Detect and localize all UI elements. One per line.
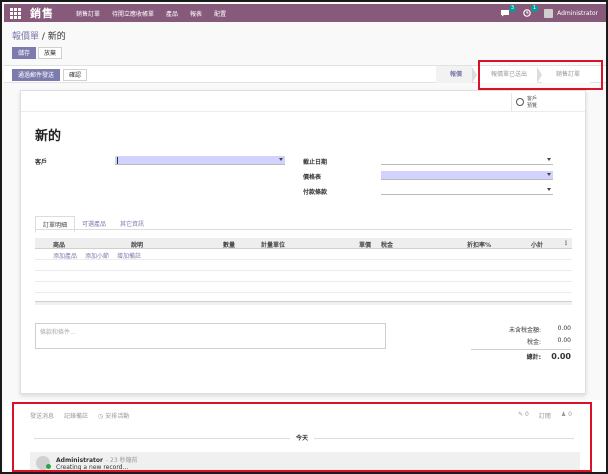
table-row [35, 260, 572, 271]
column-taxes[interactable]: 稅金 [381, 240, 393, 249]
menu-to-invoice[interactable]: 待開立應收帳單 [112, 9, 154, 18]
menu-products[interactable]: 產品 [166, 9, 178, 18]
table-row [35, 282, 572, 293]
tax-label: 稅金: [526, 339, 541, 346]
activities-icon[interactable]: 1 [522, 5, 539, 17]
column-quantity[interactable]: 數量 [223, 240, 235, 249]
stage-quotation[interactable]: 報價 [435, 66, 472, 83]
text-cursor [117, 157, 118, 164]
chevron-down-icon[interactable] [547, 188, 551, 191]
tab-order-lines[interactable]: 訂單明細 [35, 216, 76, 233]
total-label: 總計: [526, 354, 541, 361]
pricelist-label: 價格表 [303, 174, 322, 181]
messages-icon[interactable]: 3 [500, 5, 517, 17]
order-lines-table: 商品 說明 數量 計量單位 單價 稅金 折扣率% 小計 ⋮ 添加產品 添加小節 … [35, 238, 572, 305]
table-row [35, 271, 572, 282]
smart-button-line1: 客戶 [527, 96, 538, 102]
smart-button-line2: 預覽 [527, 103, 538, 109]
customer-label: 客戶 [35, 159, 48, 166]
chevron-down-icon[interactable] [547, 158, 551, 161]
payment-terms-field[interactable] [381, 186, 553, 195]
column-description[interactable]: 說明 [131, 240, 143, 249]
customer-preview-button[interactable]: 客戶 預覽 [511, 93, 555, 111]
column-product[interactable]: 商品 [53, 240, 65, 249]
table-footer [35, 301, 572, 305]
user-menu[interactable]: Administrator [544, 8, 598, 18]
apps-menu-icon[interactable] [8, 6, 22, 20]
tax-row: 稅金: 0.00 [471, 337, 571, 349]
column-discount[interactable]: 折扣率% [467, 240, 491, 249]
tab-other-info[interactable]: 其它資訊 [113, 216, 151, 233]
expiration-label: 截止日期 [303, 159, 328, 166]
app-name[interactable]: 銷售 [30, 5, 54, 21]
menu-sales-orders[interactable]: 銷售訂單 [76, 9, 100, 18]
untaxed-row: 未含稅金額: 0.00 [471, 325, 571, 337]
untaxed-value: 0.00 [557, 325, 571, 332]
breadcrumb-current: 新的 [47, 32, 66, 42]
payment-terms-label: 付款條款 [303, 189, 328, 196]
chevron-down-icon[interactable] [547, 173, 551, 176]
discard-button[interactable]: 放棄 [38, 47, 63, 59]
top-navbar: 銷售 銷售訂單 待開立應收帳單 產品 報表 配置 3 1 Administrat… [4, 4, 606, 22]
totals-summary: 未含稅金額: 0.00 稅金: 0.00 總計: 0.00 [471, 325, 571, 361]
systray: 3 1 Administrator [500, 5, 598, 18]
total-value: 0.00 [551, 352, 571, 361]
send-by-email-button[interactable]: 通過郵件發送 [12, 69, 61, 81]
globe-icon [516, 98, 524, 106]
tab-optional-products[interactable]: 可選產品 [75, 216, 113, 233]
main-menu: 銷售訂單 待開立應收帳單 產品 報表 配置 [76, 9, 226, 18]
user-name: Administrator [557, 9, 598, 17]
column-unit-price[interactable]: 單價 [359, 240, 371, 249]
add-section-link[interactable]: 添加小節 [85, 251, 109, 260]
highlight-box-chatter [12, 402, 592, 472]
expiration-date-field[interactable] [381, 156, 553, 165]
terms-and-conditions-field[interactable]: 條款和條件... [35, 323, 386, 349]
table-header: 商品 說明 數量 計量單位 單價 稅金 折扣率% 小計 ⋮ [35, 238, 572, 249]
sheet-divider [21, 111, 585, 112]
add-note-link[interactable]: 增加備註 [117, 251, 141, 260]
app-frame: 銷售 銷售訂單 待開立應收帳單 產品 報表 配置 3 1 Administrat… [0, 0, 608, 474]
messages-count-badge: 3 [508, 5, 517, 12]
notebook-tabs: 訂單明細 可選產品 其它資訊 [35, 216, 151, 233]
column-uom[interactable]: 計量單位 [261, 240, 285, 249]
breadcrumb-separator: / [39, 32, 48, 42]
breadcrumb-parent[interactable]: 報價單 [12, 32, 39, 42]
avatar [544, 8, 554, 18]
highlight-box-statusbar [478, 60, 603, 90]
column-subtotal[interactable]: 小計 [531, 240, 543, 249]
total-row: 總計: 0.00 [471, 349, 571, 361]
form-sheet: 客戶 預覽 新的 客戶 截止日期 價格表 付款條款 訂單明細 可選產品 其它資訊 [20, 90, 586, 394]
chevron-down-icon[interactable] [279, 158, 283, 161]
menu-reporting[interactable]: 報表 [190, 9, 202, 18]
add-line-links: 添加產品 添加小節 增加備註 [53, 251, 141, 260]
activities-count-badge: 1 [530, 5, 539, 12]
header-actions: 通過郵件發送 確認 [12, 69, 88, 81]
breadcrumb: 報價單 / 新的 [12, 29, 66, 42]
menu-configuration[interactable]: 配置 [214, 9, 226, 18]
customer-field[interactable] [115, 156, 285, 165]
save-bar: 儲存 放棄 [12, 47, 63, 59]
add-product-link[interactable]: 添加產品 [53, 251, 77, 260]
page-title: 新的 [35, 129, 62, 144]
tab-underline [35, 229, 572, 230]
pricelist-field[interactable] [381, 171, 553, 180]
confirm-button[interactable]: 確認 [63, 69, 88, 81]
table-row: 添加產品 添加小節 增加備註 [35, 249, 572, 260]
untaxed-label: 未含稅金額: [508, 327, 541, 334]
tax-value: 0.00 [557, 337, 571, 344]
column-options-icon[interactable]: ⋮ [563, 240, 569, 247]
save-button[interactable]: 儲存 [12, 47, 37, 59]
